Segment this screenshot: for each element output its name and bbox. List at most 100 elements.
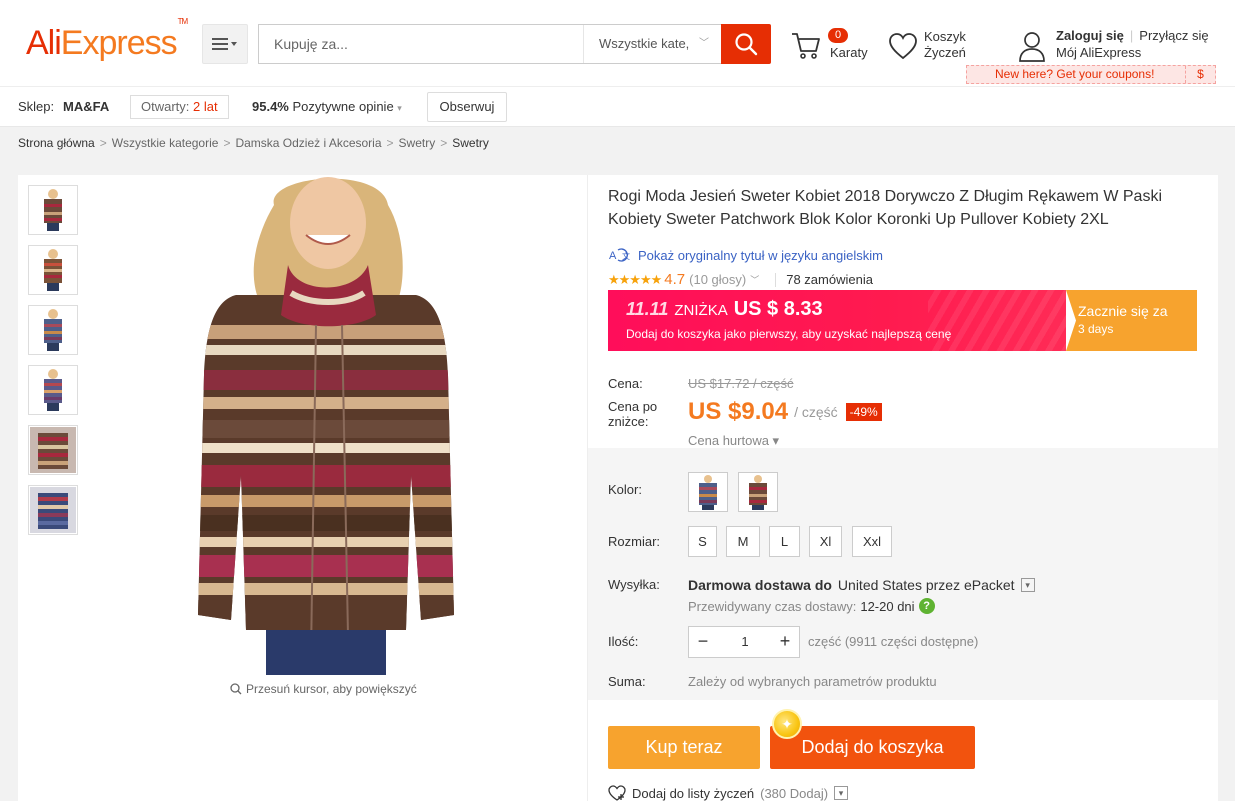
chevron-down-icon[interactable]: ▾ xyxy=(834,786,849,800)
chevron-down-icon: ﹀ xyxy=(699,38,709,49)
translate-icon: A 文 xyxy=(609,248,630,262)
heart-icon xyxy=(889,33,917,60)
heart-plus-icon xyxy=(608,785,626,801)
join-link[interactable]: Przyłącz się xyxy=(1139,28,1208,43)
chevron-down-icon[interactable]: ▾ xyxy=(1020,578,1035,592)
quantity-input[interactable]: 1 xyxy=(717,627,773,657)
wholesale-price-dropdown[interactable]: Cena hurtowa ▾ xyxy=(688,433,779,449)
product-title: Rogi Moda Jesień Sweter Kobiet 2018 Dory… xyxy=(608,188,1162,228)
size-option-xxl[interactable]: Xxl xyxy=(852,526,892,557)
delivery-label: Przewidywany czas dostawy: xyxy=(688,598,857,614)
thumbnail-3[interactable] xyxy=(28,305,78,355)
wishlist-label-line2: Życzeń xyxy=(924,45,966,60)
breadcrumb-home[interactable]: Strona główna xyxy=(18,136,95,150)
thumbnail-4[interactable] xyxy=(28,365,78,415)
original-title-link[interactable]: A 文 Pokaż oryginalny tytuł w języku angi… xyxy=(608,247,883,263)
cart-count-badge: 0 xyxy=(828,28,849,43)
shipping-label: Wysyłka: xyxy=(608,577,660,592)
thumbnail-5[interactable] xyxy=(28,425,78,475)
quantity-stepper: − 1 + xyxy=(688,626,800,658)
discount-price: US $9.04 / część -49% xyxy=(688,398,882,426)
discount-price-value: US $9.04 xyxy=(688,398,789,425)
store-feedback[interactable]: 95.4% Pozytywne opinie ▾ xyxy=(252,99,402,114)
wishlist-link[interactable]: Koszyk Życzeń xyxy=(888,28,968,64)
coupon-banner[interactable]: New here? Get your coupons! $ xyxy=(966,65,1216,84)
login-link[interactable]: Zaloguj się xyxy=(1056,28,1124,43)
total-label: Suma: xyxy=(608,674,646,689)
discount-percent-badge: -49% xyxy=(845,403,882,421)
logo-text-express: Express xyxy=(60,24,178,62)
coin-icon: ✦ xyxy=(772,709,802,739)
thumbnail-1[interactable] xyxy=(28,185,78,235)
promo-subtitle: Dodaj do koszyka jako pierwszy, aby uzys… xyxy=(626,327,952,341)
thumbnail-image xyxy=(44,369,62,411)
buy-now-button[interactable]: Kup teraz xyxy=(608,726,760,769)
rating-votes[interactable]: (10 głosy) xyxy=(689,272,746,287)
feedback-label: Pozytywne opinie xyxy=(292,99,394,114)
product-card: Przesuń kursor, aby powiększyć Rogi Moda… xyxy=(18,175,1218,801)
svg-text:A: A xyxy=(609,250,617,262)
aliexpress-logo[interactable]: AliExpressTM xyxy=(26,17,188,63)
breadcrumb-womens-clothing[interactable]: Damska Odzież i Akcesoria xyxy=(235,136,381,150)
store-bar: Sklep: MA&FA Otwarty: 2 lat 95.4% Pozyty… xyxy=(0,86,1235,127)
quantity-decrease-button[interactable]: − xyxy=(689,627,717,657)
add-to-wishlist[interactable]: Dodaj do listy życzeń (380 Dodaj) ▾ xyxy=(608,785,849,801)
price-label: Cena: xyxy=(608,376,643,391)
help-icon[interactable]: ? xyxy=(918,598,935,614)
account-line1: Zaloguj się | Przyłącz się xyxy=(1056,28,1209,43)
hamburger-icon xyxy=(212,38,237,50)
thumbnail-6[interactable] xyxy=(28,485,78,535)
my-account-link[interactable]: Mój AliExpress xyxy=(1056,45,1141,60)
site-header: AliExpressTM Wszystkie kate, ﹀ 0 Karaty xyxy=(0,0,1235,86)
color-option-2[interactable] xyxy=(738,472,778,512)
rating-row: ★★★★★ 4.7 (10 głosy) ﹀ 78 zamówienia xyxy=(608,271,873,288)
search-button[interactable] xyxy=(721,24,771,64)
chevron-down-icon: ﹀ xyxy=(750,275,760,285)
star-rating-icon: ★★★★★ xyxy=(608,271,662,287)
size-option-l[interactable]: L xyxy=(769,526,800,557)
search-category-select[interactable]: Wszystkie kate, ﹀ xyxy=(583,25,721,63)
size-option-m[interactable]: M xyxy=(726,526,760,557)
search-icon xyxy=(735,33,758,56)
thumbnail-image xyxy=(44,189,62,231)
breadcrumb: Strona główna > Wszystkie kategorie > Damska… xyxy=(18,136,489,150)
chevron-down-icon: ▾ xyxy=(397,103,402,113)
promo-countdown: Zacznie się za 3 days xyxy=(1066,290,1197,351)
size-option-s[interactable]: S xyxy=(688,526,717,557)
wishlist-label: Dodaj do listy życzeń xyxy=(632,785,755,801)
search-input[interactable] xyxy=(259,25,581,63)
feedback-percent: 95.4% xyxy=(252,99,289,114)
promo-label: ZNIŻKA xyxy=(674,302,728,319)
store-open-badge: Otwarty: 2 lat xyxy=(130,95,229,119)
shipping-option[interactable]: Darmowa dostawa do United States przez e… xyxy=(688,577,1035,593)
promo-discount: 11.11 ZNIŻKA US $ 8.33 Dodaj do koszyka … xyxy=(608,290,1066,351)
breadcrumb-current: Swetry xyxy=(452,136,489,150)
zoom-hint-text: Przesuń kursor, aby powiększyć xyxy=(246,682,417,696)
categories-menu-button[interactable] xyxy=(202,24,248,64)
size-option-xl[interactable]: Xl xyxy=(809,526,842,557)
wishlist-count: (380 Dodaj) xyxy=(760,785,829,801)
color-option-1[interactable] xyxy=(688,472,728,512)
user-icon xyxy=(1019,32,1045,62)
color-swatch-image xyxy=(699,475,717,510)
promo-days: 3 days xyxy=(1078,322,1114,336)
thumbnail-image xyxy=(44,249,62,291)
size-label: Rozmiar: xyxy=(608,534,661,549)
quantity-increase-button[interactable]: + xyxy=(771,627,799,657)
quantity-label: Ilość: xyxy=(608,634,639,649)
coupon-text: New here? Get your coupons! xyxy=(995,67,1155,81)
thumbnail-2[interactable] xyxy=(28,245,78,295)
product-main-image[interactable] xyxy=(106,175,556,675)
delivery-time: Przewidywany czas dostawy: 12-20 dni ? xyxy=(688,598,935,614)
promo-banner: 11.11 ZNIŻKA US $ 8.33 Dodaj do koszyka … xyxy=(608,290,1197,351)
store-open-label: Otwarty: xyxy=(141,99,190,114)
quantity-available: część (9911 części dostępne) xyxy=(808,634,979,649)
logo-tm: TM xyxy=(177,16,189,26)
cart-link[interactable]: 0 Karaty xyxy=(790,28,870,64)
logo-text-ali: Ali xyxy=(26,24,62,62)
follow-button[interactable]: Obserwuj xyxy=(427,92,507,122)
store-name[interactable]: MA&FA xyxy=(63,99,109,114)
breadcrumb-all-categories[interactable]: Wszystkie kategorie xyxy=(112,136,219,150)
breadcrumb-sweaters[interactable]: Swetry xyxy=(399,136,436,150)
add-to-cart-button[interactable]: Dodaj do koszyka xyxy=(770,726,975,769)
